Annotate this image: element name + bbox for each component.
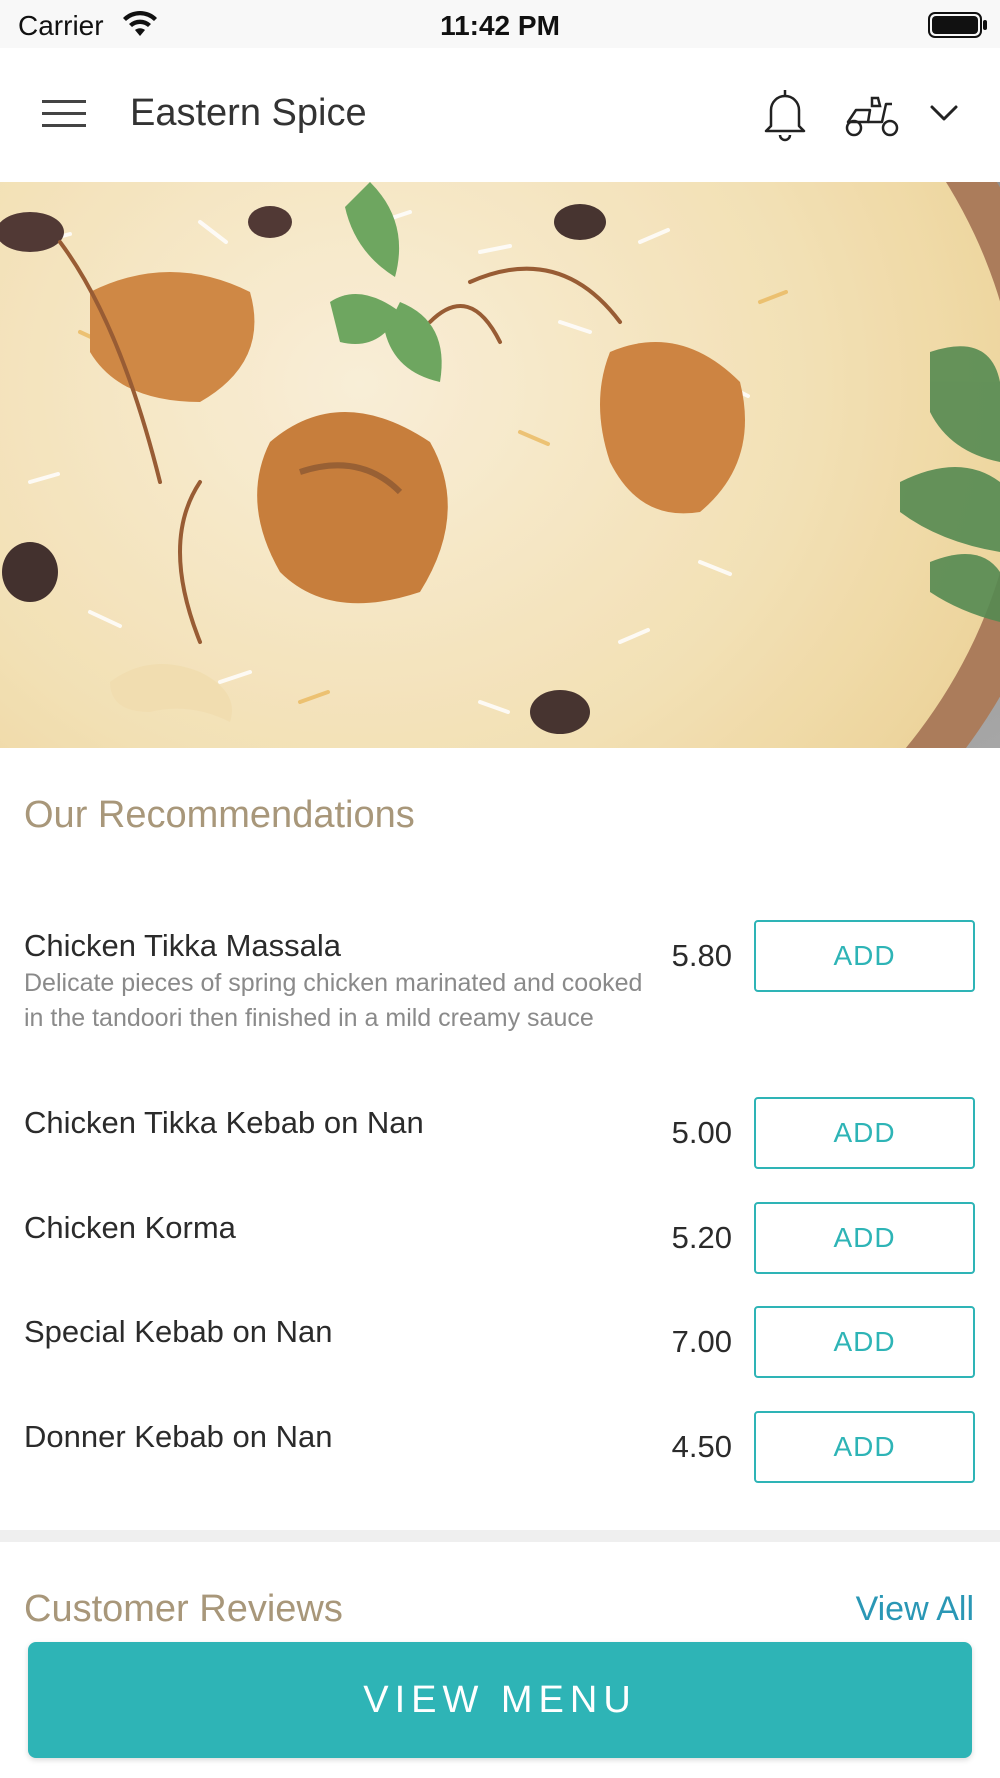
view-all-link[interactable]: View All xyxy=(856,1590,974,1629)
app-header: Eastern Spice xyxy=(0,48,1000,182)
add-button[interactable]: ADD xyxy=(754,1202,975,1274)
view-menu-button[interactable]: VIEW MENU xyxy=(28,1642,972,1758)
item-price: 5.00 xyxy=(671,1115,732,1150)
chevron-down-icon[interactable] xyxy=(928,102,960,124)
item-price: 4.50 xyxy=(671,1429,732,1464)
add-button[interactable]: ADD xyxy=(754,1411,975,1483)
battery-icon xyxy=(928,12,987,38)
reviews-heading: Customer Reviews xyxy=(24,1588,343,1630)
item-name: Special Kebab on Nan xyxy=(24,1314,333,1349)
item-price: 5.20 xyxy=(671,1220,732,1255)
item-price: 5.80 xyxy=(671,938,732,973)
item-price: 7.00 xyxy=(671,1324,732,1359)
recommendations-heading: Our Recommendations xyxy=(24,794,415,836)
add-button[interactable]: ADD xyxy=(754,1097,975,1169)
scooter-icon[interactable] xyxy=(842,92,902,138)
section-divider xyxy=(0,1530,1000,1542)
restaurant-title: Eastern Spice xyxy=(130,92,367,134)
item-name: Donner Kebab on Nan xyxy=(24,1419,333,1454)
status-bar: Carrier 11:42 PM xyxy=(0,0,1000,48)
item-name: Chicken Tikka Massala xyxy=(24,928,342,963)
add-button[interactable]: ADD xyxy=(754,1306,975,1378)
bell-icon[interactable] xyxy=(760,86,810,142)
item-name: Chicken Korma xyxy=(24,1210,236,1245)
biryani-illustration xyxy=(0,182,1000,748)
hero-food-image xyxy=(0,182,1000,748)
item-name: Chicken Tikka Kebab on Nan xyxy=(24,1105,424,1140)
clock: 11:42 PM xyxy=(440,10,560,41)
menu-icon[interactable] xyxy=(42,98,86,130)
item-description: Delicate pieces of spring chicken marina… xyxy=(24,969,643,1032)
add-button[interactable]: ADD xyxy=(754,920,975,992)
recommendations-section: Our Recommendations Chicken Tikka Massal… xyxy=(0,748,1000,1530)
